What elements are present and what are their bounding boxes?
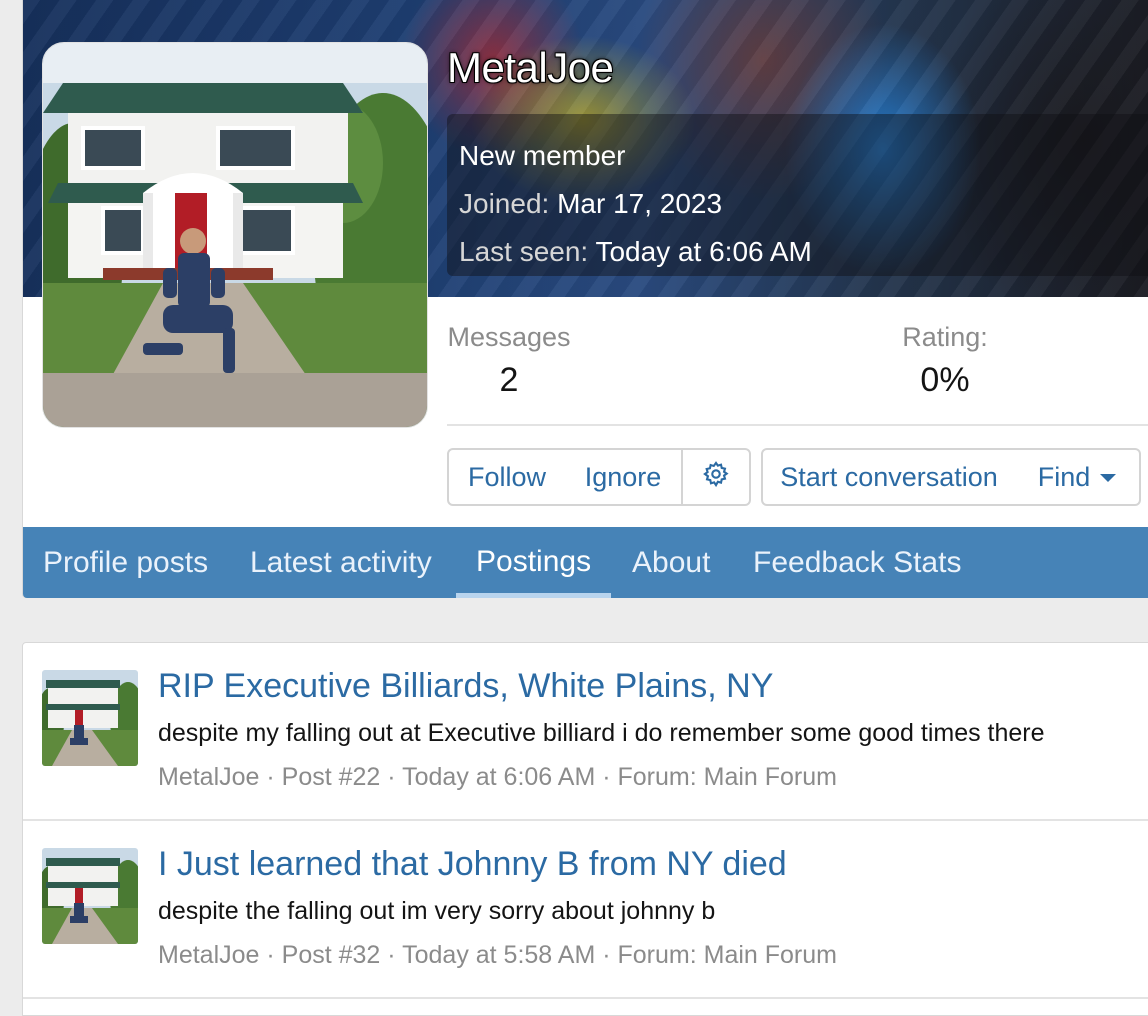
joined-value: Mar 17, 2023 — [557, 188, 723, 219]
stat-rating: Rating: 0% — [887, 322, 1003, 400]
gear-icon — [702, 460, 730, 495]
post-snippet: despite my falling out at Executive bill… — [158, 719, 1045, 747]
post-avatar[interactable] — [42, 848, 138, 944]
rating-value: 0% — [920, 361, 970, 399]
postings-list: RIP Executive Billiards, White Plains, N… — [22, 642, 1148, 1016]
post-meta[interactable]: MetalJoe · Post #22 · Today at 6:06 AM ·… — [158, 763, 837, 792]
stat-messages[interactable]: Messages 2 — [447, 322, 571, 400]
find-label: Find — [1037, 461, 1091, 492]
find-button[interactable]: Find — [1015, 448, 1141, 506]
messages-value[interactable]: 2 — [447, 361, 571, 400]
list-item: RIP Executive Billiards, White Plains, N… — [23, 643, 1148, 821]
follow-button[interactable]: Follow — [447, 448, 567, 506]
list-item: I Just learned that Johnny B from NY die… — [23, 821, 1148, 999]
rating-label: Rating: — [902, 322, 988, 352]
post-title-link[interactable]: RIP Executive Billiards, White Plains, N… — [158, 667, 773, 706]
member-stats: Messages 2 Rating: 0% — [447, 298, 1148, 426]
messages-label: Messages — [447, 322, 571, 352]
member-joined: Joined: Mar 17, 2023 — [459, 180, 1148, 228]
ignore-button[interactable]: Ignore — [565, 448, 683, 506]
member-avatar[interactable] — [42, 42, 428, 428]
member-header: MetalJoe New member Joined: Mar 17, 2023… — [22, 0, 1148, 598]
last-seen-value[interactable]: Today at 6:06 AM — [595, 236, 811, 267]
tab-about[interactable]: About — [612, 527, 730, 598]
post-meta[interactable]: MetalJoe · Post #32 · Today at 5:58 AM ·… — [158, 941, 837, 970]
tab-latest-activity[interactable]: Latest activity — [230, 527, 452, 598]
post-avatar[interactable] — [42, 670, 138, 766]
joined-label: Joined: — [459, 188, 550, 219]
member-username: MetalJoe — [447, 44, 614, 91]
member-user-title: New member — [459, 140, 626, 171]
tab-postings[interactable]: Postings — [456, 527, 612, 598]
caret-down-icon — [1100, 474, 1117, 482]
start-conversation-button[interactable]: Start conversation — [761, 448, 1017, 506]
member-banner-info: New member Joined: Mar 17, 2023 Last see… — [447, 114, 1148, 276]
profile-tabs: Profile posts Latest activity Postings A… — [23, 527, 1148, 598]
post-snippet: despite the falling out im very sorry ab… — [158, 897, 716, 925]
last-seen-label: Last seen: — [459, 236, 589, 267]
settings-button[interactable] — [681, 448, 751, 506]
member-last-seen: Last seen: Today at 6:06 AM — [459, 228, 1148, 276]
tab-feedback-stats[interactable]: Feedback Stats — [733, 527, 981, 598]
tab-profile-posts[interactable]: Profile posts — [23, 527, 228, 598]
post-title-link[interactable]: I Just learned that Johnny B from NY die… — [158, 845, 787, 884]
